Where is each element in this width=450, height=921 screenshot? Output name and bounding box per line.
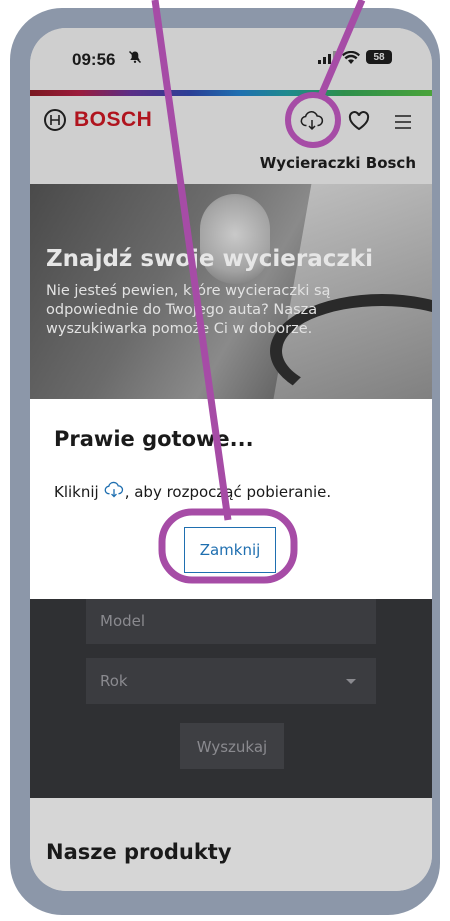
phone-screen: 09:56 58 BOSCH Wycieraczki Bosch Znajdź … xyxy=(30,28,432,891)
modal-message-start: Kliknij xyxy=(54,483,99,501)
model-select[interactable]: Model xyxy=(86,598,376,644)
page-subtitle: Wycieraczki Bosch xyxy=(259,154,416,172)
products-heading: Nasze produkty xyxy=(46,840,232,864)
status-time: 09:56 xyxy=(72,50,116,69)
bell-slash-icon xyxy=(128,50,142,68)
header-actions xyxy=(300,110,412,136)
modal-message-end: , aby rozpocząć pobieranie. xyxy=(124,483,332,501)
bosch-armature-icon xyxy=(44,109,66,131)
brand-name: BOSCH xyxy=(74,108,153,131)
close-button[interactable]: Zamknij xyxy=(184,527,276,573)
hero-title: Znajdź swoje wycieraczki xyxy=(46,246,373,272)
cloud-download-icon xyxy=(103,481,125,503)
heart-icon[interactable] xyxy=(348,111,370,135)
hero-banner: Znajdź swoje wycieraczki Nie jesteś pewi… xyxy=(30,184,432,400)
year-select-label: Rok xyxy=(100,672,128,690)
bosch-logo[interactable]: BOSCH xyxy=(44,108,152,132)
cloud-download-icon[interactable] xyxy=(300,110,324,136)
hamburger-menu-icon[interactable] xyxy=(394,114,412,133)
wifi-icon xyxy=(342,50,360,64)
modal-title: Prawie gotowe... xyxy=(54,427,254,451)
hero-description: Nie jesteś pewien, które wycieraczki są … xyxy=(46,283,331,337)
site-header: BOSCH Wycieraczki Bosch xyxy=(30,96,432,184)
modal-message: Kliknij , aby rozpocząć pobieranie. xyxy=(54,481,331,503)
status-bar: 09:56 58 xyxy=(30,28,432,90)
status-indicators: 58 xyxy=(318,50,392,64)
signal-bars-icon xyxy=(318,50,336,64)
download-modal: Prawie gotowe... Kliknij , aby rozpocząć… xyxy=(30,399,432,599)
year-select[interactable]: Rok xyxy=(86,658,376,704)
products-section: Nasze produkty xyxy=(30,798,432,891)
caret-down-icon xyxy=(346,679,356,684)
search-button[interactable]: Wyszukaj xyxy=(180,723,284,769)
battery-indicator: 58 xyxy=(366,50,392,64)
